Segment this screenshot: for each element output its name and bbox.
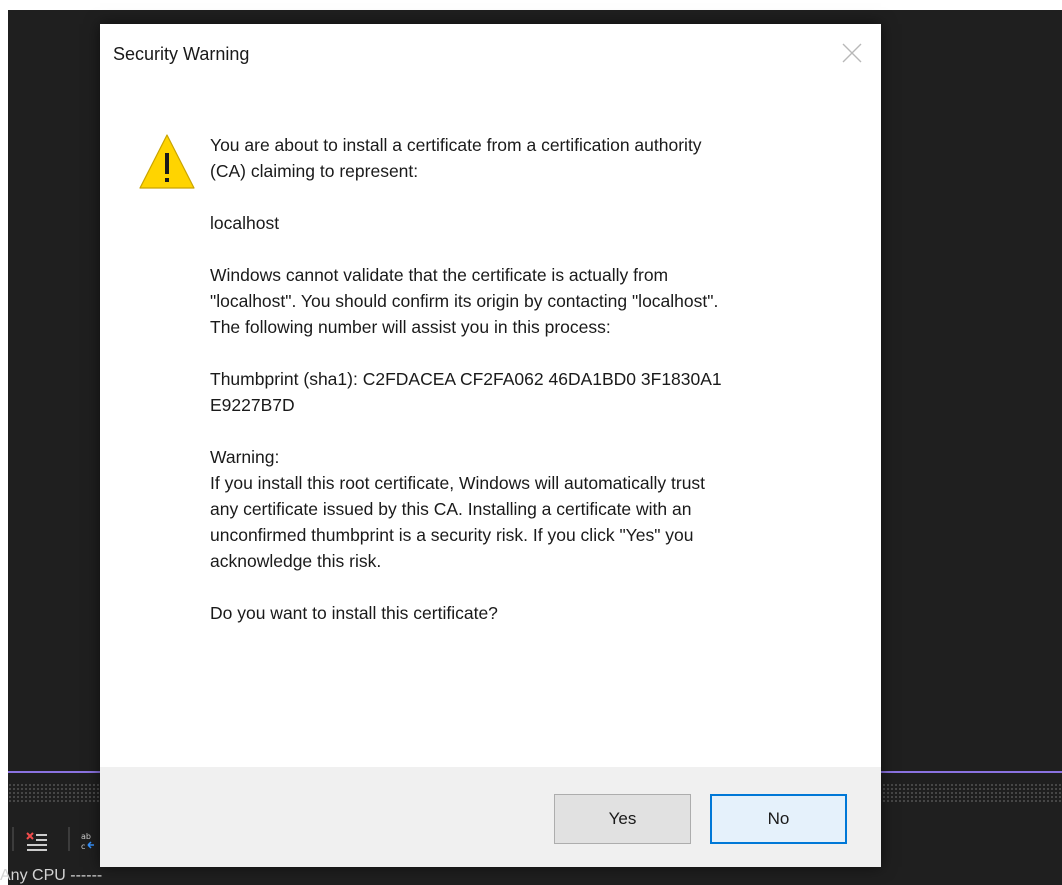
validation-notice: Windows cannot validate that the certifi… bbox=[210, 265, 719, 337]
screen: ab c Any CPU ------ Security Warning You… bbox=[0, 0, 1062, 885]
output-toolbar: ab c bbox=[8, 815, 100, 859]
panel-splitter-right[interactable] bbox=[882, 783, 1062, 803]
warning-heading: Warning: bbox=[210, 447, 280, 467]
word-wrap-icon[interactable]: ab c bbox=[80, 831, 102, 851]
dialog-title: Security Warning bbox=[113, 44, 250, 64]
clear-list-icon[interactable] bbox=[26, 829, 48, 853]
thumbprint-label: Thumbprint (sha1): bbox=[210, 369, 358, 389]
security-warning-dialog: Security Warning You are about to instal… bbox=[100, 24, 881, 867]
warning-triangle-icon bbox=[138, 133, 196, 191]
panel-splitter-left[interactable] bbox=[8, 783, 100, 803]
svg-text:ab: ab bbox=[81, 832, 91, 841]
toolbar-separator bbox=[68, 827, 70, 851]
close-icon bbox=[842, 43, 862, 63]
close-button[interactable] bbox=[838, 39, 866, 67]
intro-text: You are about to install a certificate f… bbox=[210, 135, 702, 181]
dialog-message: You are about to install a certificate f… bbox=[210, 132, 730, 626]
yes-button[interactable]: Yes bbox=[554, 794, 691, 844]
certificate-subject: localhost bbox=[210, 213, 280, 233]
toolbar-separator bbox=[12, 827, 14, 851]
no-button[interactable]: No bbox=[710, 794, 847, 844]
platform-name: Any CPU bbox=[0, 867, 66, 884]
thumbprint: Thumbprint (sha1): C2FDACEA CF2FA062 46D… bbox=[210, 366, 730, 418]
install-question: Do you want to install this certificate? bbox=[210, 603, 498, 623]
svg-text:c: c bbox=[81, 842, 85, 851]
ide-window-edge bbox=[0, 10, 8, 885]
warning-text: If you install this root certificate, Wi… bbox=[210, 473, 706, 571]
platform-label: Any CPU ------ bbox=[0, 866, 102, 885]
platform-suffix: ------ bbox=[70, 867, 103, 884]
